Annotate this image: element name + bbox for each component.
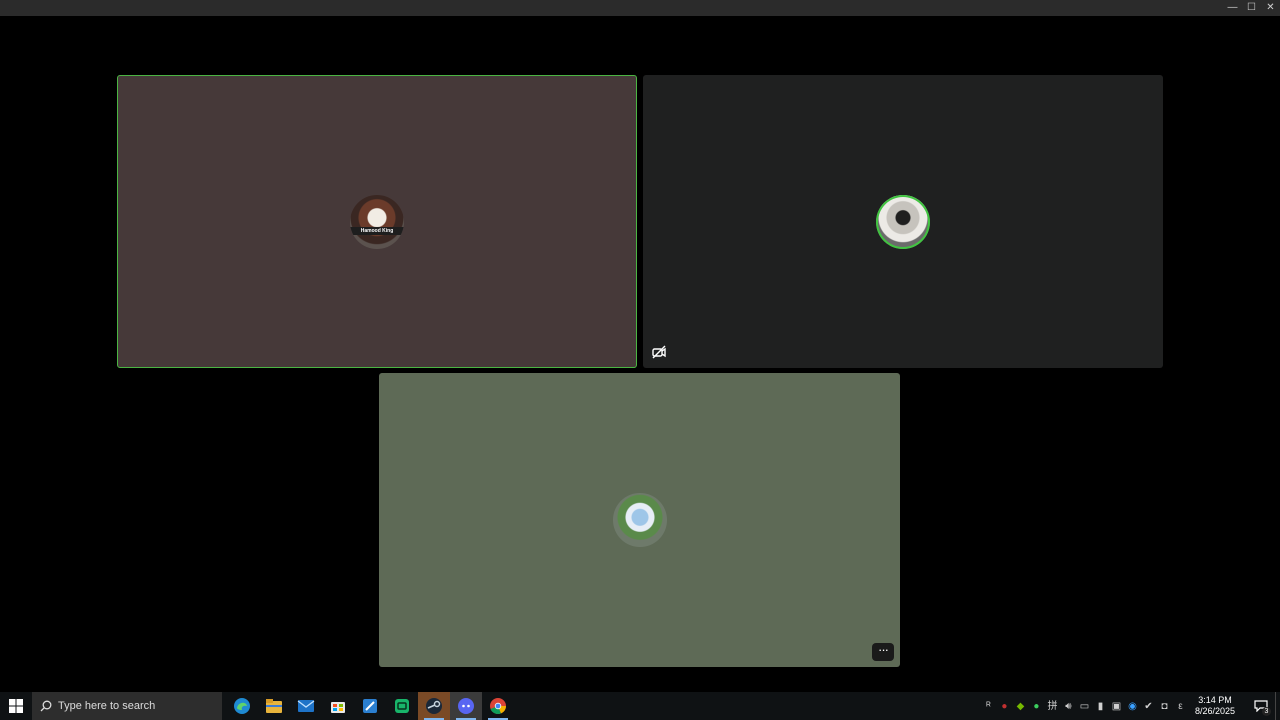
soccer-player-avatar: [612, 493, 667, 547]
file-explorer-icon[interactable]: [258, 692, 290, 720]
people-icon[interactable]: ᴿ: [982, 700, 995, 713]
search-icon: [40, 700, 52, 712]
chrome-icon[interactable]: [482, 692, 514, 720]
windows-taskbar: Type here to search ᴿ ● ◆ ● 拼 🔊︎ ▭ ▮ ▣ ◉…: [0, 692, 1280, 720]
participant-tile-2[interactable]: [643, 75, 1163, 368]
ime-icon[interactable]: 拼: [1046, 700, 1059, 713]
nvidia-icon[interactable]: ▣: [1110, 700, 1123, 713]
red-dot-icon[interactable]: ●: [998, 700, 1011, 713]
vpn-icon[interactable]: ✔: [1142, 700, 1155, 713]
window-controls: — ☐ ✕: [1223, 0, 1280, 16]
steam-icon[interactable]: [418, 692, 450, 720]
more-options-button[interactable]: ···: [872, 643, 894, 661]
camera-off-icon: [651, 344, 667, 360]
notification-center-button[interactable]: 3: [1247, 692, 1275, 720]
discord-icon[interactable]: [450, 692, 482, 720]
show-desktop-button[interactable]: [1275, 692, 1280, 720]
volume-icon[interactable]: 🔊︎: [1062, 700, 1075, 713]
minimize-button[interactable]: —: [1223, 0, 1242, 16]
microphone-icon[interactable]: ▮: [1094, 700, 1107, 713]
participant-tile-3[interactable]: ···: [379, 373, 900, 667]
taskbar-clock[interactable]: 3:14 PM 8/26/2025: [1195, 695, 1235, 717]
edge-small-icon[interactable]: ◉: [1126, 700, 1139, 713]
taskbar-apps: [226, 692, 514, 720]
avatar-logo-text: Hamood King: [350, 226, 404, 235]
terminal-icon[interactable]: [386, 692, 418, 720]
participant-tile-1[interactable]: Hamood King: [117, 75, 637, 368]
security-icon[interactable]: ◘: [1158, 700, 1171, 713]
gpu-icon[interactable]: ◆: [1014, 700, 1027, 713]
clock-date: 8/26/2025: [1194, 706, 1235, 716]
mail-icon[interactable]: [290, 692, 322, 720]
call-stage: Hamood King ···: [0, 16, 1280, 692]
system-tray: ᴿ ● ◆ ● 拼 🔊︎ ▭ ▮ ▣ ◉ ✔ ◘ ε 3:14 PM 8/26/…: [982, 692, 1280, 720]
green-circle-icon[interactable]: ●: [1030, 700, 1043, 713]
edge-icon[interactable]: [226, 692, 258, 720]
network-icon[interactable]: ▭: [1078, 700, 1091, 713]
window-titlebar: — ☐ ✕: [0, 0, 1280, 16]
start-button[interactable]: [0, 692, 32, 720]
clock-time: 3:14 PM: [1198, 695, 1232, 705]
man-sunglasses-avatar: [876, 194, 930, 249]
azure-icon[interactable]: [354, 692, 386, 720]
close-button[interactable]: ✕: [1261, 0, 1280, 16]
eagle-emblem-avatar: Hamood King: [350, 194, 404, 249]
taskbar-search-box[interactable]: Type here to search: [32, 692, 222, 720]
chevron-icon[interactable]: ε: [1174, 700, 1187, 713]
tray-icons: ᴿ ● ◆ ● 拼 🔊︎ ▭ ▮ ▣ ◉ ✔ ◘ ε: [982, 700, 1187, 713]
maximize-button[interactable]: ☐: [1242, 0, 1261, 16]
search-placeholder: Type here to search: [58, 700, 156, 712]
windows-logo-icon: [9, 699, 23, 713]
store-icon[interactable]: [322, 692, 354, 720]
notification-count: 3: [1262, 707, 1271, 716]
